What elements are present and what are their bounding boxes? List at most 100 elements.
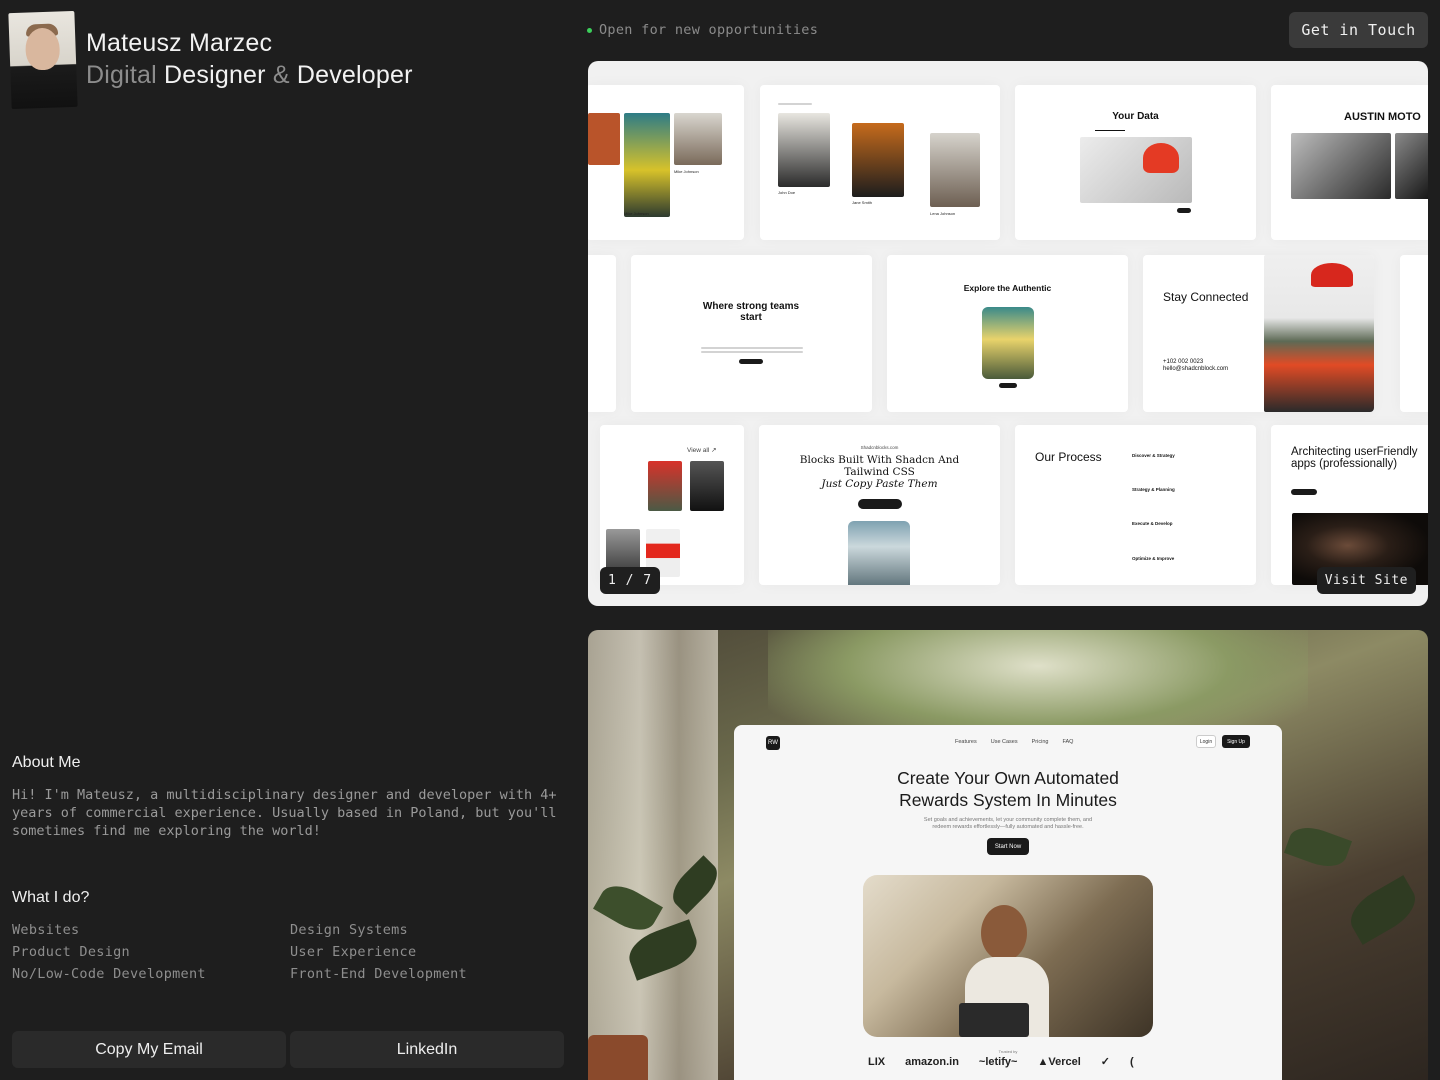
tile-our-process: Our Process Discover & Strategy Strategy… [1015,425,1256,585]
team-member-name: John Doe [778,190,796,195]
about-title: About Me [12,754,81,771]
tile-edge [1400,255,1428,412]
team-member-name: Mike Johnson [624,211,649,216]
text-line [778,103,812,105]
tile-stay-connected: Stay Connected +102 002 0023 hello@shadc… [1143,255,1374,412]
tile-button [1291,489,1317,495]
plant-pot [588,1035,648,1080]
tile-blocks-built: Shadcnblocks.com Blocks Built With Shadc… [759,425,1000,585]
site-nav-item: FAQ [1062,739,1074,745]
tile-heading-italic: Just Copy Paste Them [821,478,938,490]
avatar [8,10,78,110]
role-designer: Designer [164,61,266,89]
site-nav: Features Use Cases Pricing FAQ [955,739,1073,745]
project-card-shadcnblocks[interactable]: Mike Johnson Mike Johnson John Doe Jane … [588,61,1428,606]
action-buttons: Copy My Email LinkedIn [12,1031,564,1068]
process-step: Strategy & Planning [1132,487,1175,492]
curtain [588,630,718,1080]
team-member-name: Lena Johnson [930,211,956,216]
profile-role: Digital Designer & Developer [86,61,413,90]
slider-line [1095,130,1125,131]
profile-panel: Mateusz Marzec Digital Designer & Develo… [0,0,576,1080]
team-photo [588,113,620,165]
site-start-button: Start Now [987,838,1029,855]
site-logo: RW [766,736,780,750]
site-subtitle: Set goals and achievements, let your com… [734,817,1282,831]
site-nav-item: Pricing [1031,739,1049,745]
avatar-face [24,27,61,71]
partner-logo: amazon.in [905,1055,959,1068]
team-member-name: Mike Johnson [674,169,699,174]
plant-leaf [1283,820,1353,874]
role-ampersand: & [272,61,290,89]
site-subtitle-line: redeem rewards effortlessly—fully automa… [932,824,1084,830]
team-photo [624,113,670,217]
site-headline-line: Create Your Own Automated [897,768,1119,788]
project-card-rewards[interactable]: RW Features Use Cases Pricing FAQ Login … [588,630,1428,1080]
service-item: Front-End Development [290,966,467,982]
site-login-button: Login [1196,735,1216,748]
status-text: Open for new opportunities [599,22,819,38]
service-item: Product Design [12,944,130,960]
site-logo-strip: LIX amazon.in ~letify~ ▲Vercel ✓ ( [868,1055,1134,1069]
visit-site-button[interactable]: Visit Site [1316,567,1416,594]
tile-heading: Architecting userFriendly apps (professi… [1291,446,1418,470]
process-step: Execute & Develop [1132,521,1173,526]
tile-photo [648,461,682,511]
website-preview: RW Features Use Cases Pricing FAQ Login … [734,725,1282,1080]
availability-status: Open for new opportunities [587,22,818,38]
hero-laptop [959,1003,1029,1037]
about-text: Hi! I'm Mateusz, a multidisciplinary des… [12,787,557,839]
tile-architecting: Architecting userFriendly apps (professi… [1271,425,1428,585]
tile-your-data: Your Data [1015,85,1256,240]
plant-leaf [1342,875,1424,945]
linkedin-button[interactable]: LinkedIn [290,1031,564,1068]
service-item: No/Low-Code Development [12,966,206,982]
tile-edge [588,255,616,412]
tile-explore: Explore the Authentic [887,255,1128,412]
copy-email-button[interactable]: Copy My Email [12,1031,286,1068]
tile-strong-teams: Where strong teams start [631,255,872,412]
tile-source: Shadcnblocks.com [860,445,899,450]
site-hero-image [863,875,1153,1037]
tile-photo [982,307,1034,379]
tile-photo [1291,133,1391,199]
team-photo [930,133,980,207]
profile-name: Mateusz Marzec [86,29,273,57]
get-in-touch-button[interactable]: Get in Touch [1289,12,1428,48]
text-line [701,351,803,353]
team-photo [674,113,722,165]
service-item: User Experience [290,944,417,960]
team-member-name: Jane Smith [852,200,873,205]
process-step: Optimize & Improve [1132,556,1175,561]
site-nav-item: Features [955,739,977,745]
role-digital: Digital [86,61,157,89]
contact-phone: +102 002 0023 [1163,359,1204,365]
tile-heading: Explore the Authentic [963,283,1052,293]
service-item: Design Systems [290,922,408,938]
services-list: Websites Design Systems Product Design U… [12,921,572,983]
site-signup-button: Sign Up [1222,735,1250,748]
tile-heading: Our Process [1035,450,1102,464]
tile-heading: Blocks Built With Shadcn And Tailwind CS… [799,454,960,478]
partner-logo: LIX [868,1055,886,1068]
site-nav-item: Use Cases [990,739,1018,745]
red-cap-shape [1311,263,1353,287]
site-headline: Create Your Own Automated Rewards System… [734,767,1282,811]
tile-photo [848,521,910,585]
site-headline-line: Rewards System In Minutes [899,790,1117,810]
tile-photo [690,461,724,511]
partner-logo: ▲Vercel [1037,1055,1081,1068]
tile-button [858,499,902,509]
tile-team-grid-1: Mike Johnson Mike Johnson [588,85,744,240]
team-photo [778,113,830,187]
tile-button [739,359,763,364]
tile-button [1177,208,1191,213]
status-dot-icon [587,27,592,33]
team-photo [852,123,904,197]
contact-email: hello@shadcnblock.com [1163,366,1229,372]
slide-counter: 1 / 7 [600,567,661,594]
hero-person-hair [981,905,1027,961]
tile-photo [1395,133,1428,199]
tile-heading: Stay Connected [1163,290,1249,304]
